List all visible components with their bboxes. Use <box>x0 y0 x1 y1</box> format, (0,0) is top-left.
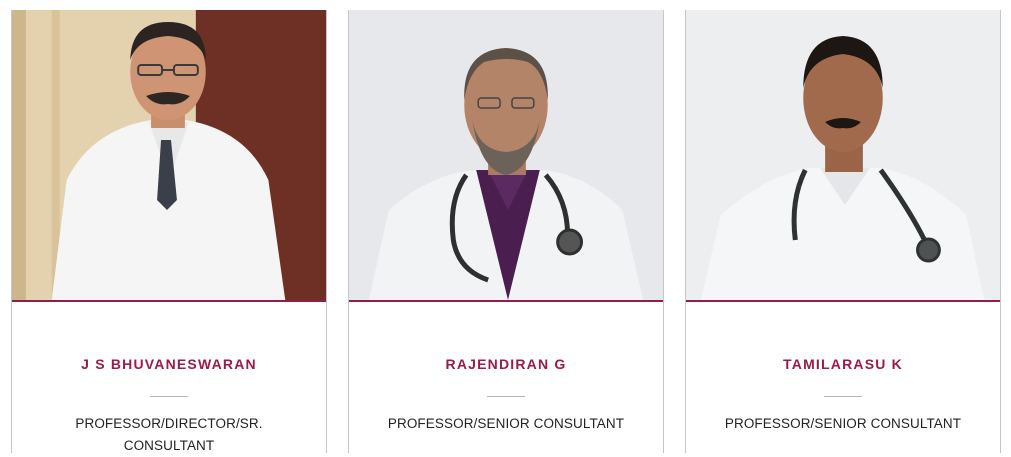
divider-line <box>150 396 188 397</box>
doctor-title: PROFESSOR/SENIOR CONSULTANT <box>724 416 962 431</box>
divider-line <box>824 396 862 397</box>
doctor-card-2[interactable]: RAJENDIRAN G PROFESSOR/SENIOR CONSULTANT <box>348 10 664 453</box>
doctor-title: PROFESSOR/SENIOR CONSULTANT <box>387 416 625 431</box>
doctor-info: TAMILARASU K PROFESSOR/SENIOR CONSULTANT <box>686 300 1000 453</box>
doctor-photo[interactable] <box>686 10 1000 300</box>
doctor-name[interactable]: TAMILARASU K <box>686 356 1000 372</box>
doctor-info: J S BHUVANESWARAN PROFESSOR/DIRECTOR/SR.… <box>12 300 326 453</box>
doctor-name[interactable]: J S BHUVANESWARAN <box>12 356 326 372</box>
doctor-photo[interactable] <box>12 10 326 300</box>
doctor-info: RAJENDIRAN G PROFESSOR/SENIOR CONSULTANT <box>349 300 663 453</box>
doctor-card-3[interactable]: TAMILARASU K PROFESSOR/SENIOR CONSULTANT <box>685 10 1001 453</box>
divider-line <box>487 396 525 397</box>
doctor-photo[interactable] <box>349 10 663 300</box>
doctor-card-1[interactable]: J S BHUVANESWARAN PROFESSOR/DIRECTOR/SR.… <box>11 10 327 453</box>
doctor-name[interactable]: RAJENDIRAN G <box>349 356 663 372</box>
doctor-title: PROFESSOR/DIRECTOR/SR. CONSULTANT <box>75 416 263 453</box>
